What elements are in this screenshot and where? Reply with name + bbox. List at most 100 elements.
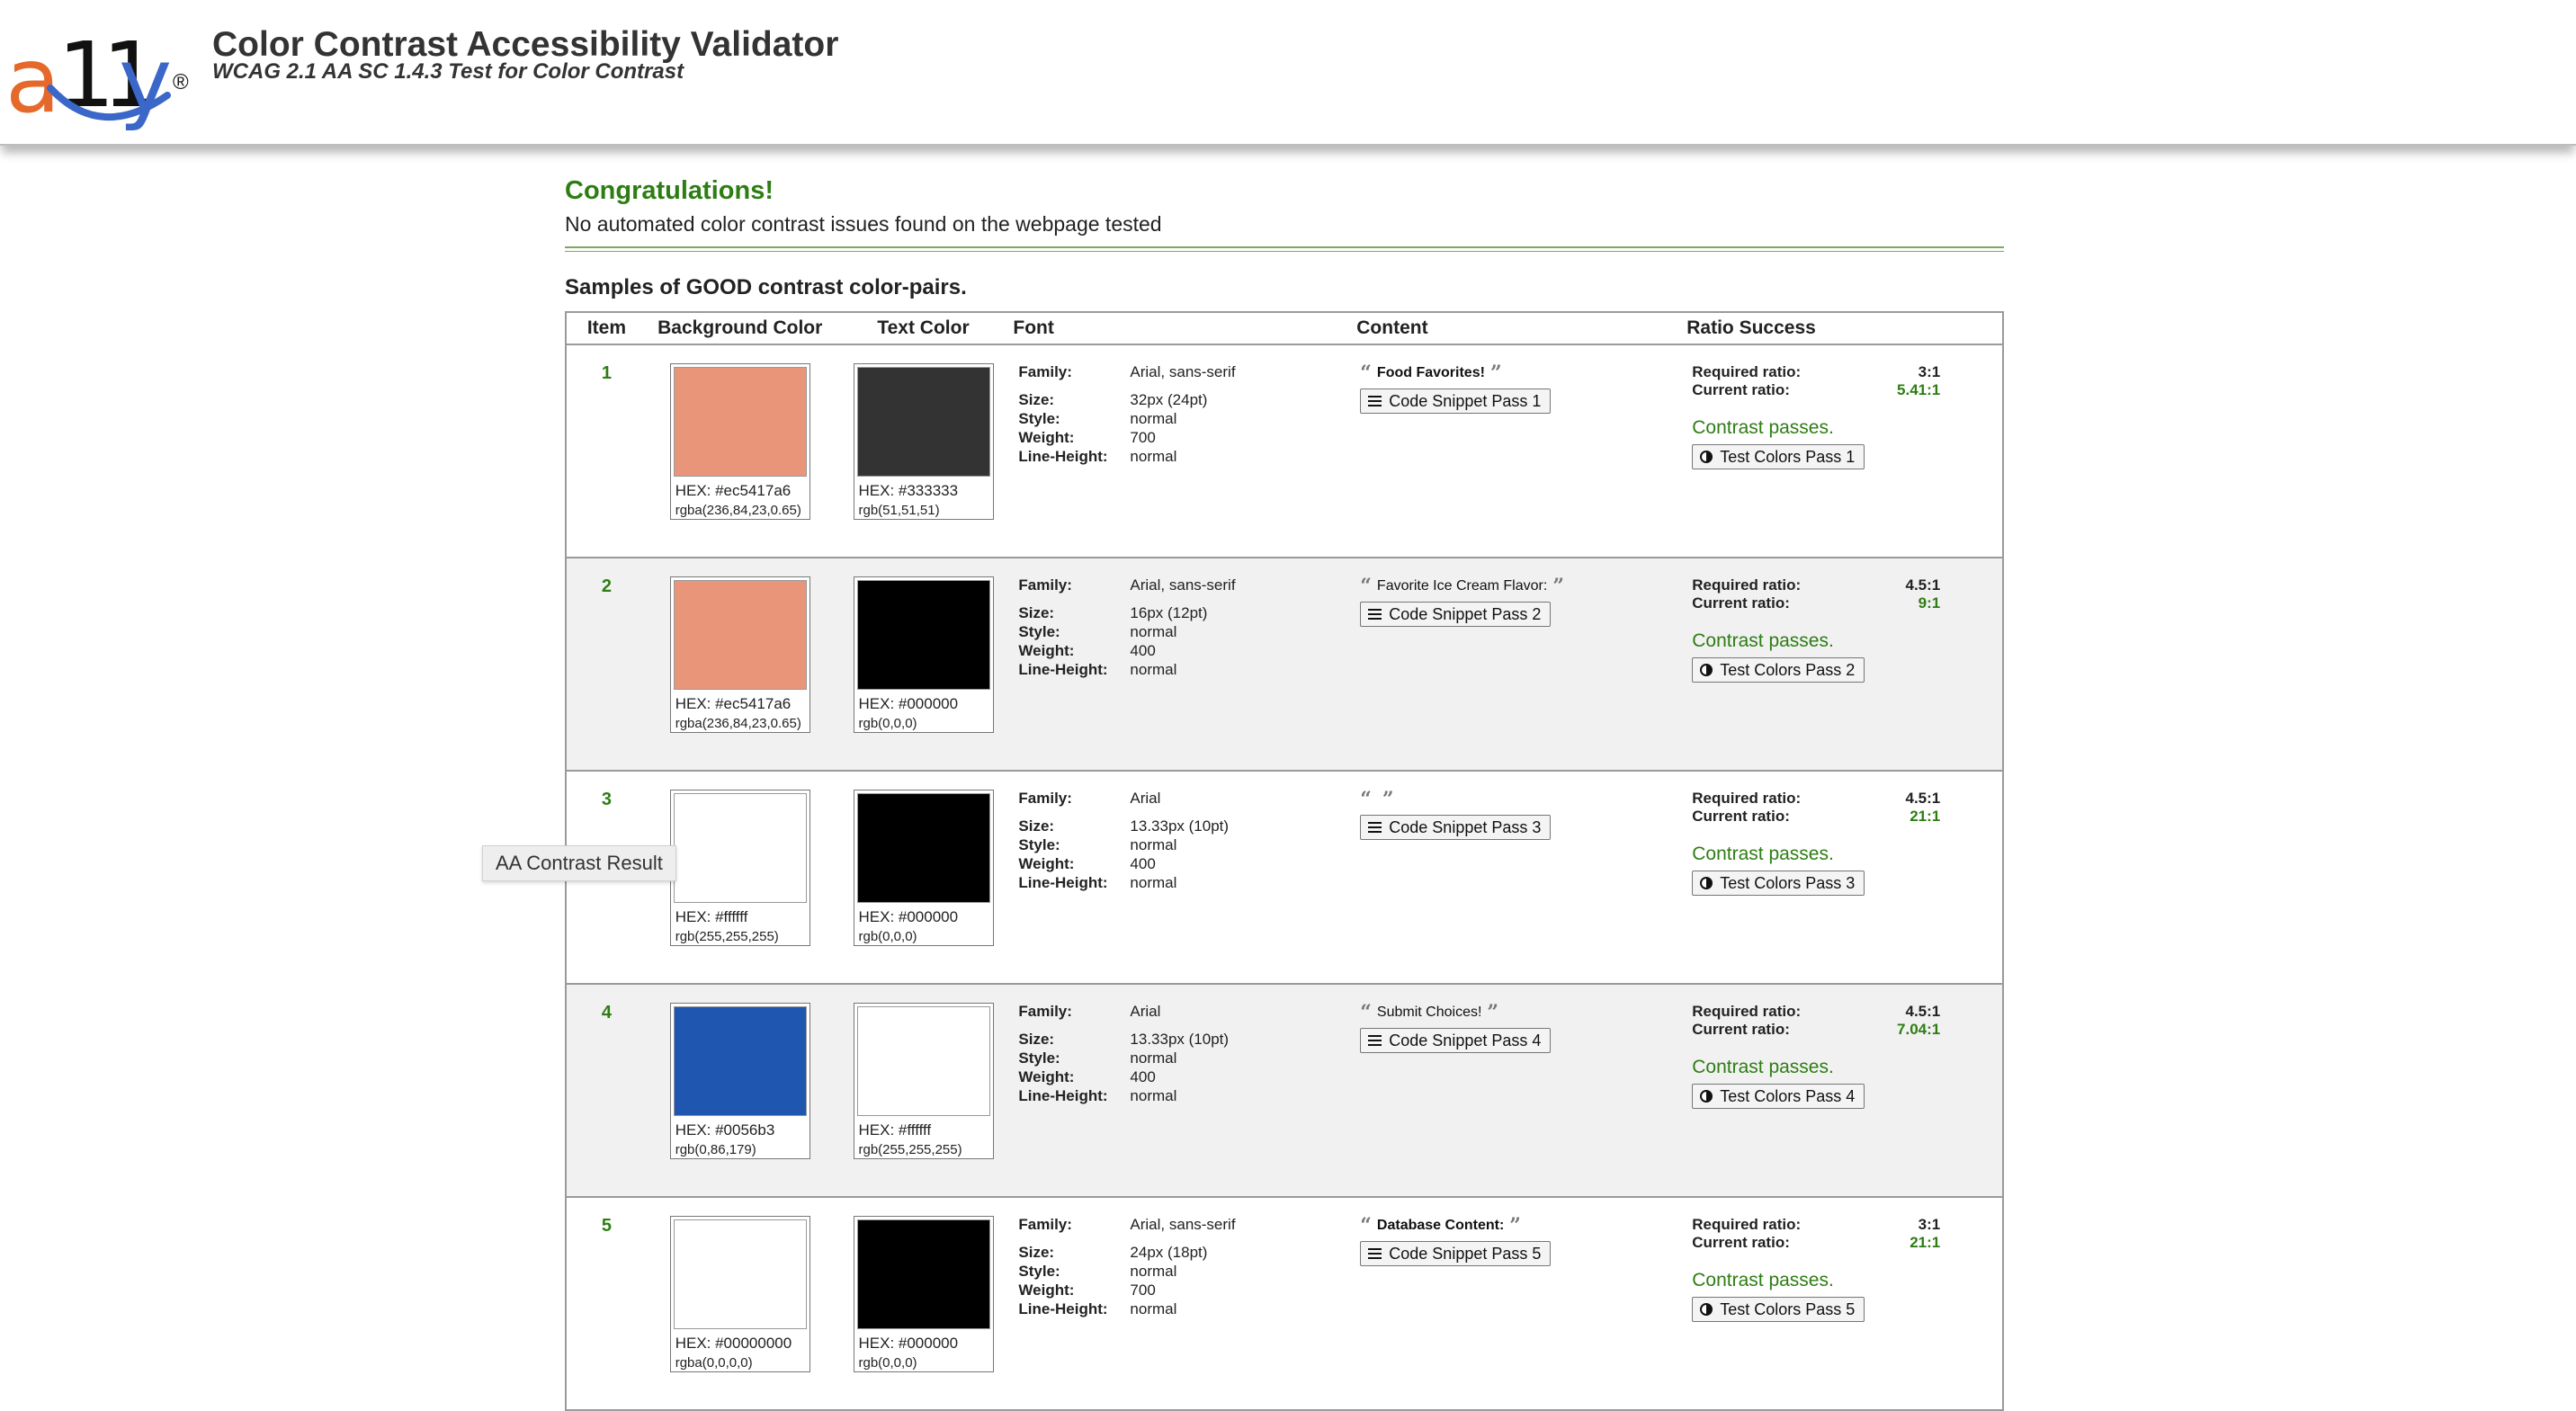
code-snippet-button[interactable]: Code Snippet Pass 4	[1360, 1028, 1552, 1053]
current-ratio-line: Current ratio: 5.41:1	[1692, 381, 1940, 399]
style-value: normal	[1130, 623, 1177, 640]
font-info-cell: Family: Arial, sans-serif Size: 16px (12…	[1013, 558, 1356, 771]
code-snippet-button[interactable]: Code Snippet Pass 3	[1360, 815, 1552, 840]
a11y-logo[interactable]: a 11 y ®	[5, 20, 189, 128]
required-ratio-line: Required ratio: 3:1	[1692, 1216, 1940, 1234]
required-ratio-value: 3:1	[1918, 1216, 1941, 1233]
text-rgb: rgb(255,255,255)	[858, 1142, 962, 1157]
background-color-swatch	[673, 580, 807, 690]
current-ratio-label: Current ratio:	[1692, 381, 1790, 398]
required-ratio-label: Required ratio:	[1692, 576, 1802, 594]
divider	[565, 246, 2004, 252]
required-ratio-value: 4.5:1	[1905, 1003, 1941, 1020]
line-height-label: Line-Height:	[1018, 874, 1108, 891]
text-color-swatch	[856, 580, 990, 690]
required-ratio-label: Required ratio:	[1692, 1003, 1802, 1020]
content-sample: “ ”	[1360, 790, 1686, 809]
weight-value: 400	[1130, 642, 1156, 659]
line-height-label: Line-Height:	[1018, 661, 1108, 678]
style-label: Style:	[1018, 1049, 1060, 1067]
content-sample: “ Submit Choices! ”	[1360, 1003, 1686, 1023]
required-ratio-value: 3:1	[1918, 363, 1941, 380]
background-color-cell: HEX: #00000000 rgba(0,0,0,0)	[647, 1197, 834, 1410]
open-quote-icon: “	[1360, 575, 1372, 598]
current-ratio-line: Current ratio: 21:1	[1692, 1234, 1940, 1252]
background-swatch-card: HEX: #0056b3 rgb(0,86,179)	[669, 1003, 810, 1159]
contrast-icon	[1700, 451, 1713, 463]
family-label: Family:	[1018, 1216, 1072, 1233]
content-text: Submit Choices!	[1376, 1005, 1482, 1020]
content-text: Food Favorites!	[1376, 365, 1485, 380]
ratio-cell: Required ratio: 4.5:1 Current ratio: 9:1…	[1686, 558, 2003, 771]
weight-label: Weight:	[1018, 1068, 1075, 1085]
text-swatch-card: HEX: #333333 rgb(51,51,51)	[853, 363, 994, 520]
text-swatch-card: HEX: #000000 rgb(0,0,0)	[853, 576, 994, 733]
text-hex: HEX: #000000	[858, 695, 959, 712]
size-label: Size:	[1018, 817, 1055, 835]
test-colors-button[interactable]: Test Colors Pass 1	[1692, 444, 1865, 469]
contrast-pass-status: Contrast passes.	[1692, 417, 1834, 438]
text-rgb: rgb(0,0,0)	[858, 1355, 917, 1371]
test-colors-button[interactable]: Test Colors Pass 5	[1692, 1297, 1865, 1322]
content-cell: “ Submit Choices! ” Code Snippet Pass 4	[1356, 984, 1686, 1197]
ratio-cell: Required ratio: 3:1 Current ratio: 5.41:…	[1686, 344, 2003, 558]
background-color-swatch	[673, 793, 807, 903]
background-swatch-card: HEX: #ec5417a6 rgba(236,84,23,0.65)	[669, 576, 810, 733]
weight-label: Weight:	[1018, 1282, 1075, 1299]
current-ratio-value: 5.41:1	[1897, 381, 1941, 398]
current-ratio-value: 21:1	[1910, 808, 1941, 825]
current-ratio-label: Current ratio:	[1692, 594, 1790, 612]
close-quote-icon: ”	[1487, 1001, 1499, 1024]
font-details: Family: Arial Size: 13.33px (10pt) Style…	[1013, 1003, 1356, 1104]
line-height-label: Line-Height:	[1018, 448, 1108, 465]
close-quote-icon: ”	[1552, 575, 1564, 598]
family-value: Arial, sans-serif	[1130, 363, 1236, 380]
open-quote-icon: “	[1360, 362, 1372, 385]
test-colors-button-label: Test Colors Pass 2	[1720, 660, 1856, 679]
contrast-pass-status: Contrast passes.	[1692, 1270, 1834, 1290]
code-snippet-button[interactable]: Code Snippet Pass 5	[1360, 1241, 1552, 1266]
content-cell: “ ” Code Snippet Pass 3	[1356, 771, 1686, 984]
text-hex: HEX: #333333	[858, 482, 959, 499]
ratio-cell: Required ratio: 4.5:1 Current ratio: 7.0…	[1686, 984, 2003, 1197]
test-colors-button[interactable]: Test Colors Pass 3	[1692, 871, 1865, 896]
code-snippet-button[interactable]: Code Snippet Pass 2	[1360, 602, 1552, 627]
text-lines-icon	[1368, 821, 1382, 834]
text-color-swatch	[856, 1006, 990, 1116]
background-color-swatch	[673, 1219, 807, 1329]
current-ratio-label: Current ratio:	[1692, 1021, 1790, 1038]
font-details: Family: Arial, sans-serif Size: 24px (18…	[1013, 1216, 1356, 1317]
test-colors-button-label: Test Colors Pass 4	[1720, 1086, 1856, 1105]
background-rgb: rgba(236,84,23,0.65)	[675, 503, 801, 518]
style-label: Style:	[1018, 410, 1060, 427]
style-label: Style:	[1018, 623, 1060, 640]
content-cell: “ Database Content: ” Code Snippet Pass …	[1356, 1197, 1686, 1410]
weight-value: 400	[1130, 1068, 1156, 1085]
size-label: Size:	[1018, 1031, 1055, 1048]
background-color-swatch	[673, 367, 807, 477]
column-header-text-color: Text Color	[833, 312, 1014, 345]
text-swatch-card: HEX: #000000 rgb(0,0,0)	[853, 1216, 994, 1372]
code-snippet-button[interactable]: Code Snippet Pass 1	[1360, 388, 1552, 414]
background-hex: HEX: #ec5417a6	[675, 695, 792, 712]
text-color-cell: HEX: #ffffff rgb(255,255,255)	[834, 984, 1014, 1197]
text-lines-icon	[1368, 395, 1382, 407]
contrast-icon	[1700, 877, 1713, 889]
font-info-cell: Family: Arial Size: 13.33px (10pt) Style…	[1013, 984, 1356, 1197]
size-label: Size:	[1018, 1244, 1055, 1261]
background-hex: HEX: #00000000	[675, 1335, 792, 1352]
line-height-label: Line-Height:	[1018, 1087, 1108, 1104]
text-color-swatch	[856, 793, 990, 903]
test-colors-button-label: Test Colors Pass 5	[1720, 1299, 1856, 1318]
test-colors-button[interactable]: Test Colors Pass 2	[1692, 657, 1865, 683]
close-quote-icon: ”	[1382, 788, 1394, 811]
background-rgb: rgba(0,0,0,0)	[675, 1355, 753, 1371]
size-value: 16px (12pt)	[1130, 604, 1208, 621]
line-height-value: normal	[1130, 448, 1177, 465]
content-cell: “ Favorite Ice Cream Flavor: ” Code Snip…	[1356, 558, 1686, 771]
font-info-cell: Family: Arial, sans-serif Size: 24px (18…	[1013, 1197, 1356, 1410]
column-header-ratio-success: Ratio Success	[1686, 312, 2003, 345]
weight-label: Weight:	[1018, 642, 1075, 659]
ratio-cell: Required ratio: 3:1 Current ratio: 21:1 …	[1686, 1197, 2003, 1410]
test-colors-button[interactable]: Test Colors Pass 4	[1692, 1084, 1865, 1109]
